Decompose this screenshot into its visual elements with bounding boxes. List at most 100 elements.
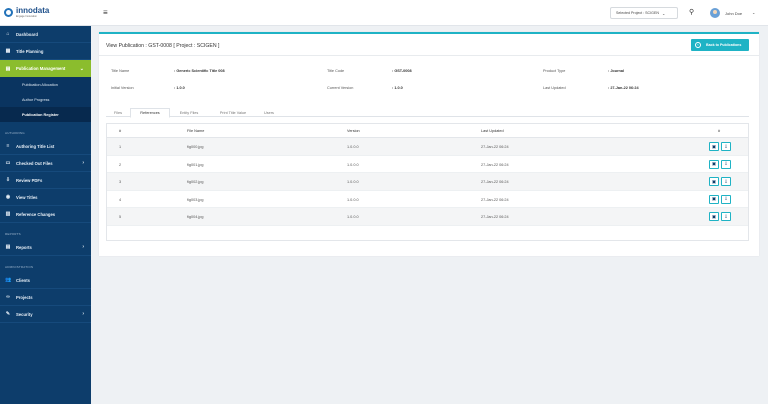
sidebar-item-projects[interactable]: ∞ Projects <box>0 289 91 306</box>
link-icon: ∞ <box>6 294 10 300</box>
table-row: 3 fig002.jpg 1.0.0.0 27-Jan-22 06:24 ▣ ⇩ <box>107 173 748 191</box>
sidebar-item-label: Checked Out Files <box>16 160 53 166</box>
sidebar-item-title-planning[interactable]: ▦ Title Planning <box>0 43 91 60</box>
initial-version-label: Initial Version <box>111 86 134 90</box>
view-icon[interactable]: ▣ <box>709 194 719 204</box>
tab-files[interactable]: Files <box>106 108 130 117</box>
sidebar-subitem-author-progress[interactable]: Author Progress <box>0 92 91 107</box>
file-name: fig004.jpg <box>187 215 204 219</box>
sidebar-item-clients[interactable]: 👥 Clients <box>0 272 91 289</box>
tab-label: Users <box>264 110 274 115</box>
view-icon[interactable]: ▣ <box>709 159 719 169</box>
user-menu-chevron-icon[interactable]: ⌄ <box>752 10 755 15</box>
logo-tagline: Engage Innovation <box>16 14 37 18</box>
view-icon[interactable]: ▣ <box>709 177 719 186</box>
current-version-value: : 1.0.0 <box>392 86 403 90</box>
last-updated-label: Last Updated <box>543 86 566 90</box>
section-label-reports: REPORTS <box>5 232 21 236</box>
table-header: # File Name Version Last Updated # <box>107 124 748 138</box>
back-to-publications-button[interactable]: ‹ Back to Publications <box>691 39 749 51</box>
sidebar-item-label: Reference Changes <box>16 211 56 217</box>
title-name-label: Title Name <box>111 69 130 73</box>
view-icon[interactable]: ▣ <box>709 142 719 151</box>
sidebar-item-label: Publication Management <box>16 66 66 71</box>
row-number: 3 <box>119 180 122 184</box>
initial-version-value: : 1.0.0 <box>174 86 185 90</box>
version: 1.0.0.0 <box>347 180 359 184</box>
divider <box>99 55 759 56</box>
version: 1.0.0.0 <box>347 162 359 167</box>
publication-card: View Publication : GST-0008 [ Project : … <box>99 32 759 256</box>
user-name[interactable]: John Doe <box>725 11 742 16</box>
last-updated: 27-Jan-22 06:24 <box>481 180 509 184</box>
chevron-down-icon: ⌄ <box>661 10 666 16</box>
sidebar-item-review-pdfs[interactable]: ⇩ Review PDFs <box>0 172 91 189</box>
sidebar-subitem-label: Publication Allocation <box>22 82 58 87</box>
folder-icon: ▤ <box>5 65 11 72</box>
file-name: fig000.jpg <box>187 145 204 149</box>
title-code-value: : GST-0008 <box>392 69 412 73</box>
project-selector[interactable]: Selected Project : SCIGEN ⌄ <box>610 7 678 19</box>
last-updated: 27-Jan-22 06:24 <box>481 215 509 219</box>
users-icon: 👥 <box>5 277 12 283</box>
sidebar-subitem-publication-register[interactable]: Publication Register <box>0 107 91 122</box>
section-label-authoring: AUTHORING <box>5 131 25 135</box>
last-updated: 27-Jan-22 06:24 <box>481 162 509 167</box>
download-icon[interactable]: ⇩ <box>721 142 731 151</box>
chevron-right-icon: › <box>82 160 84 166</box>
sidebar-item-authoring-title-list[interactable]: ≡ Authoring Title List <box>0 138 91 155</box>
tab-label: Entity Files <box>179 110 199 115</box>
version: 1.0.0.0 <box>347 197 359 202</box>
chevron-down-icon: ⌄ <box>79 65 84 72</box>
sidebar-item-dashboard[interactable]: ⌂ Dashboard <box>0 26 91 43</box>
download-icon[interactable]: ⇩ <box>721 194 731 204</box>
tab-label: Files <box>113 110 123 115</box>
table-row: 2 fig001.jpg 1.0.0.0 27-Jan-22 06:24 ▣ ⇩ <box>107 156 748 173</box>
tab-users[interactable]: Users <box>258 108 280 117</box>
tab-entity-files[interactable]: Entity Files <box>170 108 208 117</box>
column-header-last-updated: Last Updated <box>481 129 504 133</box>
sidebar-item-view-titles[interactable]: ◉ View Titles <box>0 189 91 206</box>
search-icon[interactable]: ⚲ <box>689 8 694 16</box>
download-icon: ⇩ <box>5 177 11 183</box>
table-row: 5 fig004.jpg 1.0.0.0 27-Jan-22 06:24 ▣ ⇩ <box>107 208 748 226</box>
section-label-administration: ADMINISTRATION <box>5 265 34 269</box>
row-number: 1 <box>119 145 122 149</box>
sidebar-subitem-label: Author Progress <box>22 97 50 102</box>
version: 1.0.0.0 <box>347 145 359 149</box>
sidebar-subitem-publication-allocation[interactable]: Publication Allocation <box>0 77 91 92</box>
file-name: fig002.jpg <box>187 180 204 184</box>
file-name: fig001.jpg <box>187 162 204 167</box>
sidebar-item-label: Review PDFs <box>16 177 43 183</box>
sidebar-item-label: Clients <box>16 277 30 283</box>
sidebar-item-publication-management[interactable]: ▤ Publication Management ⌄ <box>0 60 91 77</box>
book-icon: ▥ <box>5 211 11 217</box>
logo[interactable]: innodata Engage Innovation <box>0 0 91 26</box>
sidebar-item-reports[interactable]: ▤ Reports › <box>0 239 91 256</box>
download-icon[interactable]: ⇩ <box>721 159 731 169</box>
tab-label: References <box>140 111 160 115</box>
download-icon[interactable]: ⇩ <box>721 212 731 221</box>
tab-references[interactable]: References <box>130 108 170 118</box>
column-header-actions: # <box>718 129 721 133</box>
sidebar-item-checked-out-files[interactable]: ▭ Checked Out Files › <box>0 155 91 172</box>
last-updated-value: : 27-Jan-22 06:24 <box>608 86 639 90</box>
avatar[interactable] <box>710 8 720 18</box>
view-icon[interactable]: ▣ <box>709 212 719 221</box>
tab-print-title-value[interactable]: Print Title Value <box>208 108 258 117</box>
sidebar-item-label: Title Planning <box>16 48 44 54</box>
list-icon: ≡ <box>6 143 10 149</box>
hamburger-menu-icon[interactable]: ≡ <box>103 8 108 17</box>
chevron-right-icon: › <box>82 311 84 317</box>
references-table: # File Name Version Last Updated # 1 fig… <box>106 123 749 241</box>
back-icon: ‹ <box>695 42 701 48</box>
column-header-number: # <box>119 129 122 133</box>
topbar: ≡ Selected Project : SCIGEN ⌄ ⚲ John Doe… <box>91 0 768 26</box>
chart-icon: ▤ <box>5 244 11 250</box>
sidebar-item-security[interactable]: ✎ Security › <box>0 306 91 323</box>
logo-mark-icon <box>4 8 13 17</box>
download-icon[interactable]: ⇩ <box>721 177 731 186</box>
sidebar-item-label: Reports <box>16 244 32 250</box>
sidebar-item-reference-changes[interactable]: ▥ Reference Changes <box>0 206 91 223</box>
row-number: 2 <box>119 162 122 167</box>
